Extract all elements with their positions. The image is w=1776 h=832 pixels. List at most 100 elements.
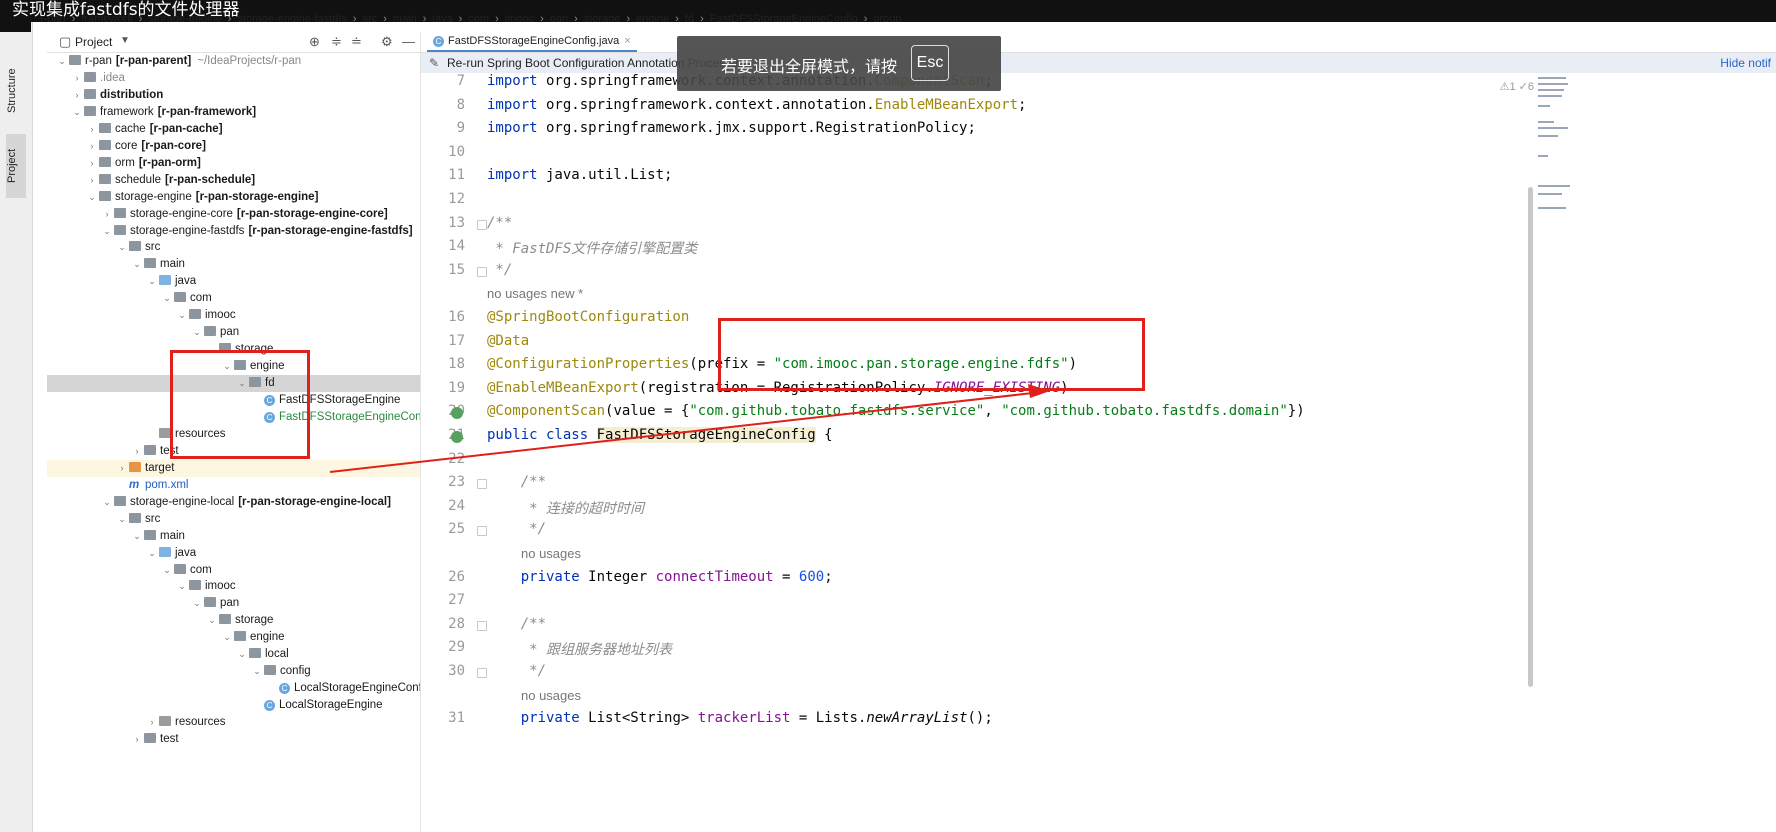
tree-row[interactable]: ⌄ src <box>47 239 160 256</box>
code-line[interactable]: * FastDFS文件存储引擎配置类 <box>487 238 697 258</box>
tree-row[interactable]: ⌄ pan <box>47 324 239 341</box>
chevron-right-icon[interactable]: › <box>130 731 144 748</box>
tree-row[interactable]: ⌄ src <box>47 511 160 528</box>
tree-row[interactable]: ⌄ main <box>47 256 185 273</box>
fold-icon[interactable] <box>477 668 487 678</box>
editor-tab[interactable]: C FastDFSStorageEngineConfig.java × <box>427 32 637 52</box>
code-line[interactable]: */ <box>487 262 512 278</box>
code-line[interactable]: @ComponentScan(value = {"com.github.toba… <box>487 403 1305 419</box>
chevron-right-icon[interactable]: › <box>115 460 129 477</box>
breadcrumb-item[interactable]: imooc <box>505 13 534 22</box>
editor-scrollbar[interactable] <box>1528 187 1533 687</box>
tree-row[interactable]: ⌄ storage-engine [r-pan-storage-engine] <box>47 189 318 206</box>
breadcrumb-item[interactable]: com <box>468 13 489 22</box>
code-line[interactable]: /** <box>487 474 546 490</box>
tree-row[interactable]: ⌄ storage <box>47 612 273 629</box>
usage-hint[interactable]: no usages <box>521 688 581 703</box>
code-line[interactable]: public class FastDFSStorageEngineConfig … <box>487 427 833 443</box>
tree-row[interactable]: › distribution <box>47 87 163 104</box>
tree-row[interactable]: › test <box>47 731 179 748</box>
tree-row[interactable]: ⌄ java <box>47 273 196 290</box>
tree-row[interactable]: C LocalStorageEngineConfig <box>47 680 431 697</box>
chevron-down-icon[interactable]: ⌄ <box>100 223 114 240</box>
breadcrumb-item[interactable]: fd <box>685 13 694 22</box>
chevron-right-icon[interactable]: › <box>70 87 84 104</box>
breadcrumb-item[interactable]: storage <box>584 13 621 22</box>
tree-row[interactable]: › storage-engine-core [r-pan-storage-engin… <box>47 206 388 223</box>
code-line[interactable]: private Integer connectTimeout = 600; <box>487 569 833 585</box>
collapse-all-icon[interactable]: ≐ <box>351 34 362 50</box>
usage-hint[interactable]: no usages new * <box>487 286 583 301</box>
code-line[interactable]: @Data <box>487 333 529 349</box>
chevron-down-icon[interactable]: ⌄ <box>130 256 144 273</box>
fold-icon[interactable] <box>477 219 487 230</box>
chevron-down-icon[interactable]: ⌄ <box>115 511 129 528</box>
tree-row[interactable]: › cache [r-pan-cache] <box>47 121 223 138</box>
tree-row[interactable]: ⌄ java <box>47 545 196 562</box>
chevron-down-icon[interactable]: ⌄ <box>175 578 189 595</box>
chevron-down-icon[interactable]: ⌄ <box>145 545 159 562</box>
code-line[interactable]: private List<String> trackerList = Lists… <box>487 710 993 726</box>
tree-row[interactable]: › .idea <box>47 70 125 87</box>
project-tool-tab[interactable]: Project <box>6 134 26 198</box>
chevron-right-icon[interactable]: › <box>85 155 99 172</box>
fold-icon[interactable] <box>477 266 487 277</box>
chevron-down-icon[interactable]: ⌄ <box>130 528 144 545</box>
chevron-down-icon[interactable]: ⌄ <box>175 307 189 324</box>
breadcrumb-item[interactable]: r-pan <box>40 13 66 22</box>
code-line[interactable]: import java.util.List; <box>487 167 672 183</box>
chevron-down-icon[interactable]: ⌄ <box>205 612 219 629</box>
close-icon[interactable]: × <box>624 35 630 47</box>
spring-bean-icon[interactable] <box>451 431 463 443</box>
chevron-down-icon[interactable]: ⌄ <box>220 629 234 646</box>
tree-row[interactable]: C LocalStorageEngine <box>47 697 383 714</box>
code-line[interactable]: */ <box>487 521 546 537</box>
code-line[interactable]: * 连接的超时时间 <box>487 498 644 518</box>
gear-icon[interactable]: ⚙ <box>381 34 393 50</box>
structure-tool-tab[interactable]: Structure <box>6 62 26 120</box>
hide-notification-link[interactable]: Hide notif <box>1720 53 1771 73</box>
chevron-down-icon[interactable]: ⌄ <box>70 104 84 121</box>
chevron-down-icon[interactable]: ⌄ <box>250 663 264 680</box>
tree-row[interactable]: ⌄ storage-engine-fastdfs [r-pan-storage-en… <box>47 223 413 240</box>
chevron-down-icon[interactable]: ⌄ <box>235 646 249 663</box>
breadcrumb-item[interactable]: engine <box>636 13 669 22</box>
tree-row[interactable]: ⌄ storage-engine-local [r-pan-storage-engi… <box>47 494 391 511</box>
chevron-down-icon[interactable]: ⌄ <box>115 239 129 256</box>
breadcrumb-item[interactable]: FastDFSStorageEngineConfig <box>710 13 858 22</box>
tree-row[interactable]: › target <box>47 459 420 477</box>
code-line[interactable]: /** <box>487 616 546 632</box>
code-line[interactable]: import org.springframework.jmx.support.R… <box>487 120 976 136</box>
chevron-down-icon[interactable]: ⌄ <box>160 562 174 579</box>
breadcrumb-item[interactable]: storage-engine <box>148 13 221 22</box>
breadcrumb-item[interactable]: java <box>432 13 452 22</box>
code-line[interactable]: * 跟组服务器地址列表 <box>487 639 672 659</box>
tree-row[interactable]: m pom.xml <box>47 477 188 494</box>
chevron-down-icon[interactable]: ⌄ <box>160 290 174 307</box>
tree-row[interactable]: ⌄ imooc <box>47 307 236 324</box>
chevron-right-icon[interactable]: › <box>85 138 99 155</box>
chevron-right-icon[interactable]: › <box>70 70 84 87</box>
chevron-down-icon[interactable]: ⌄ <box>100 494 114 511</box>
chevron-right-icon[interactable]: › <box>145 714 159 731</box>
chevron-down-icon[interactable]: ⌄ <box>55 53 69 70</box>
code-line[interactable]: */ <box>487 663 546 679</box>
tree-row[interactable]: ⌄ local <box>47 646 289 663</box>
usage-hint[interactable]: no usages <box>521 546 581 561</box>
tree-row[interactable]: › resources <box>47 714 226 731</box>
chevron-right-icon[interactable]: › <box>85 121 99 138</box>
tree-row[interactable]: › test <box>47 443 179 460</box>
fold-icon[interactable] <box>477 479 487 490</box>
breadcrumb-item[interactable]: src <box>363 13 378 22</box>
code-line[interactable]: @SpringBootConfiguration <box>487 309 689 325</box>
breadcrumb-item[interactable]: storage-engine-fastdfs <box>237 13 346 22</box>
minimize-icon[interactable]: — <box>402 34 415 49</box>
tree-row[interactable]: ⌄ pan <box>47 595 239 612</box>
fold-icon[interactable] <box>477 526 487 537</box>
chevron-down-icon[interactable]: ⌄ <box>85 189 99 206</box>
code-line[interactable]: import org.springframework.context.annot… <box>487 97 1026 113</box>
project-panel-title[interactable]: Project <box>75 35 112 49</box>
tree-row[interactable]: ⌄ framework [r-pan-framework] <box>47 104 256 121</box>
fold-icon[interactable] <box>477 620 487 631</box>
chevron-down-icon[interactable]: ⌄ <box>190 324 204 341</box>
